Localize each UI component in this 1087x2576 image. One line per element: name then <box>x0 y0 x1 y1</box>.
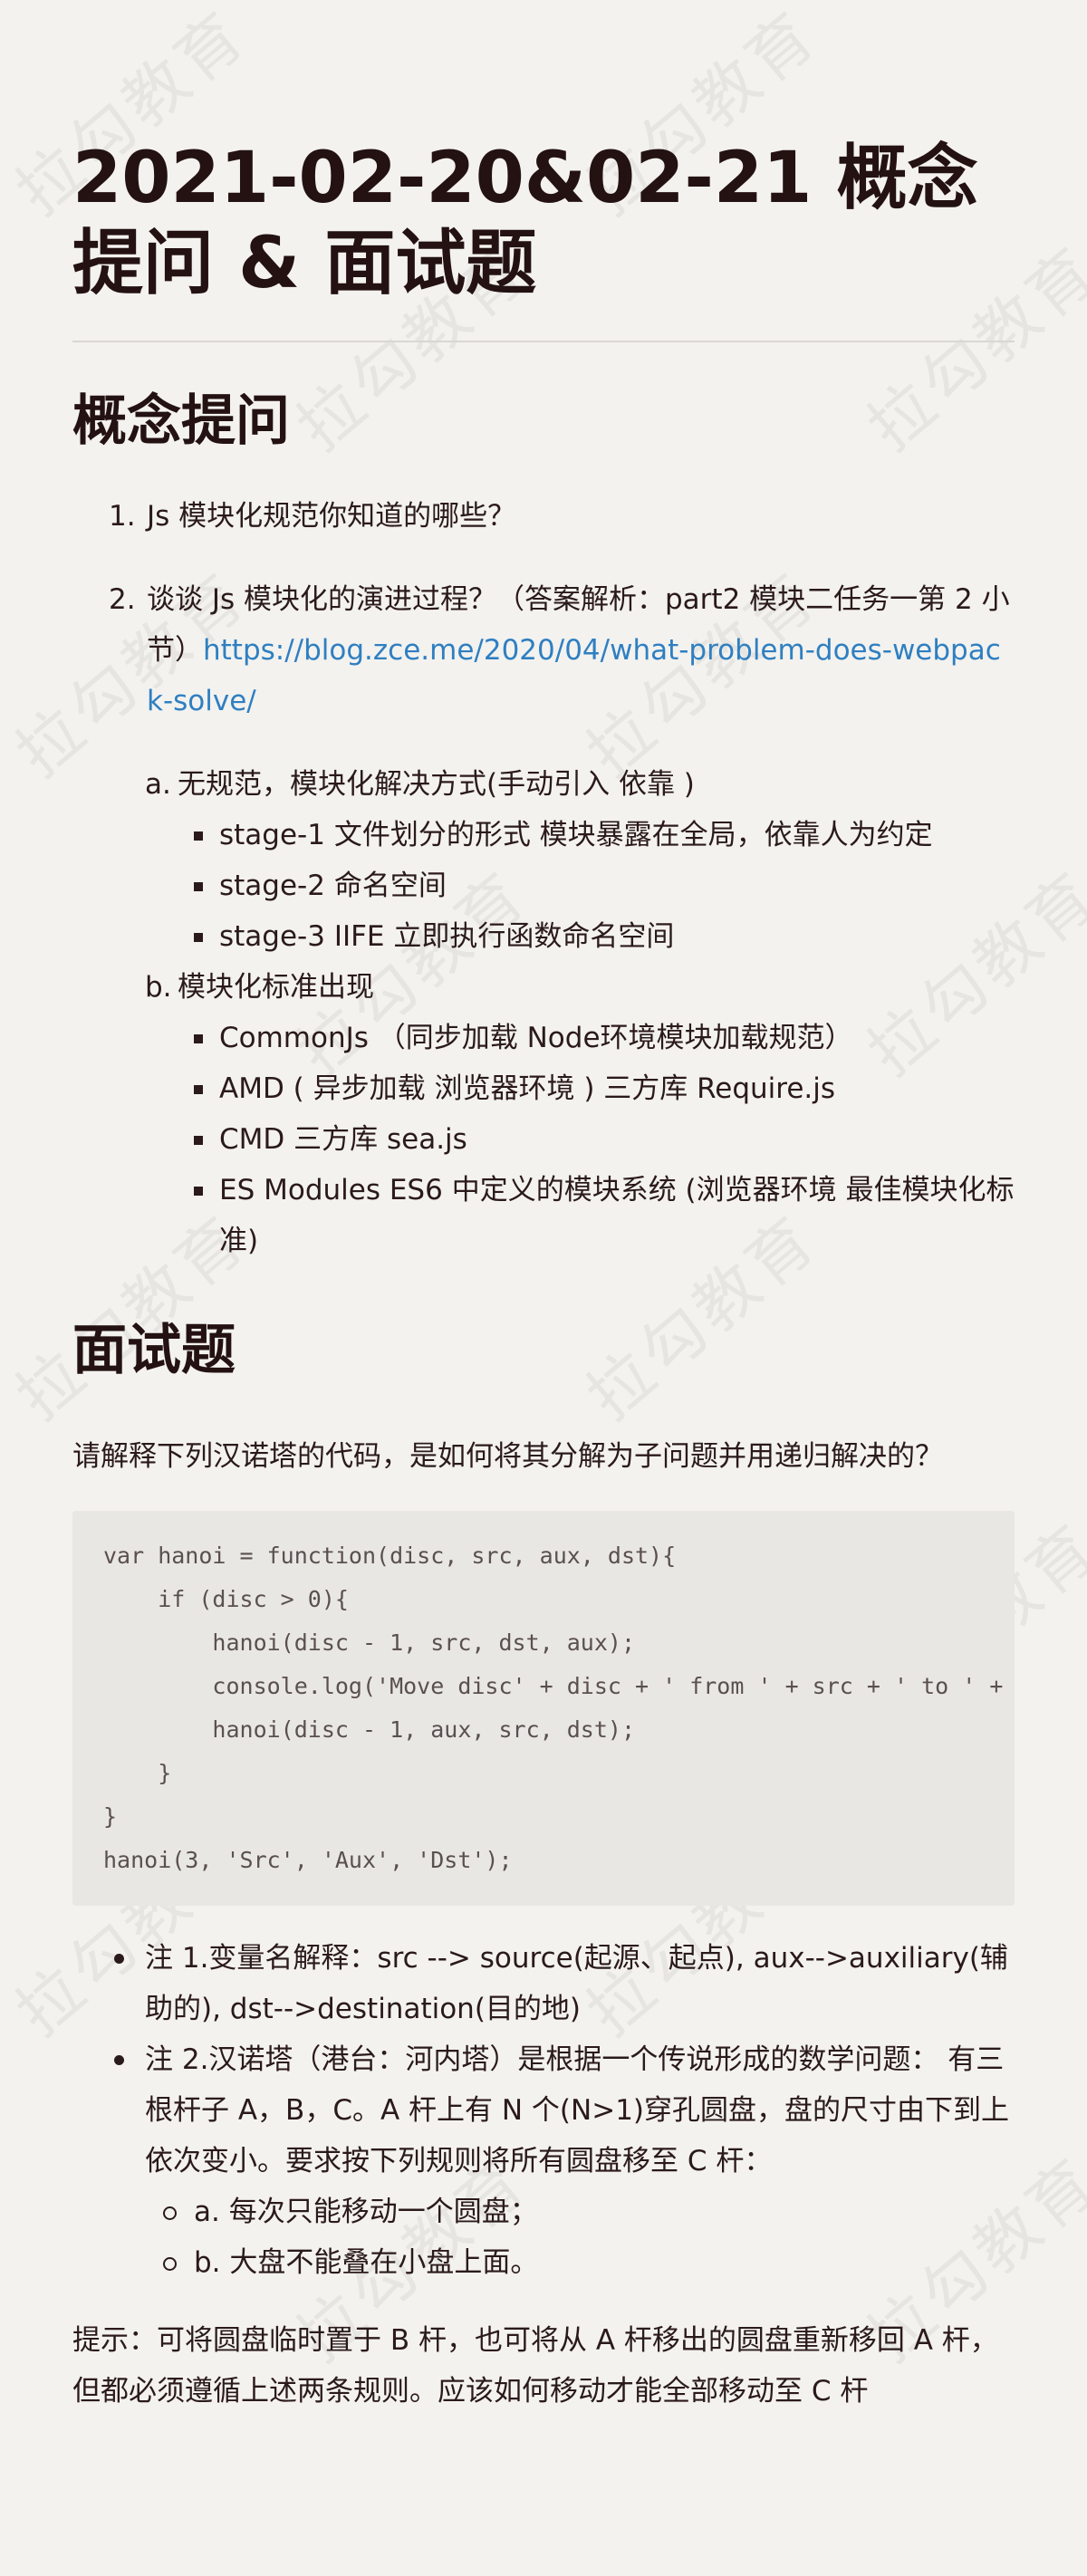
code-text: var hanoi = function(disc, src, aux, dst… <box>103 1543 1004 1873</box>
list-item-text: Js 模块化规范你知道的哪些？ <box>147 500 516 533</box>
list-item-text: 无规范，模块化解决方式(手动引入 依靠 ) <box>178 768 695 801</box>
list-item: CMD 三方库 sea.js <box>194 1114 1015 1165</box>
document: 2021-02-20&02-21 概念提问 & 面试题 概念提问 1. Js 模… <box>72 136 1015 2417</box>
section-heading-concepts: 概念提问 <box>72 389 290 453</box>
list-number: 1. <box>109 500 136 533</box>
page-title: 2021-02-20&02-21 概念提问 & 面试题 <box>72 138 978 304</box>
section-heading-interview: 面试题 <box>72 1319 236 1382</box>
list-item: stage-2 命名空间 <box>194 860 1015 911</box>
list-item: a. 每次只能移动一个圆盘； <box>163 2187 1015 2237</box>
list-item: CommonJs （同步加载 Node环境模块加载规范） <box>194 1013 1015 1063</box>
list-number: b. <box>145 971 172 1004</box>
hint-text: 提示：可将圆盘临时置于 B 杆，也可将从 A 杆移出的圆盘重新移回 A 杆，但都… <box>72 2324 998 2408</box>
list-item: AMD ( 异步加载 浏览器环境 ) 三方库 Require.js <box>194 1063 1015 1114</box>
list-item: 2. 谈谈 Js 模块化的演进过程？（答案解析：part2 模块二任务一第 2 … <box>109 574 1015 726</box>
list-number: 2. <box>109 583 136 616</box>
list-item-text: 模块化标准出现 <box>178 971 374 1004</box>
list-item: stage-1 文件划分的形式 模块暴露在全局，依靠人为约定 <box>194 810 1015 860</box>
list-item: 注 1.变量名解释：src --> source(起源、起点), aux-->a… <box>114 1933 1015 2034</box>
sub-list-item: a. 无规范，模块化解决方式(手动引入 依靠 ) <box>145 759 1015 810</box>
list-item: 注 2.汉诺塔（港台：河内塔）是根据一个传说形成的数学问题： 有三根杆子 A，B… <box>114 2034 1015 2187</box>
code-block[interactable]: var hanoi = function(disc, src, aux, dst… <box>72 1511 1015 1906</box>
list-item: b. 大盘不能叠在小盘上面。 <box>163 2237 1015 2288</box>
answer-link[interactable]: https://blog.zce.me/2020/04/what-problem… <box>147 634 1001 717</box>
sub-list-item: b. 模块化标准出现 <box>145 962 1015 1013</box>
bullet-list: CommonJs （同步加载 Node环境模块加载规范） AMD ( 异步加载 … <box>145 1013 1015 1266</box>
list-item: 1. Js 模块化规范你知道的哪些？ <box>109 491 1015 542</box>
divider <box>72 341 1015 342</box>
rules-list: a. 每次只能移动一个圆盘； b. 大盘不能叠在小盘上面。 <box>145 2187 1015 2288</box>
list-item: stage-3 IIFE 立即执行函数命名空间 <box>194 911 1015 962</box>
bullet-list: stage-1 文件划分的形式 模块暴露在全局，依靠人为约定 stage-2 命… <box>145 810 1015 962</box>
sub-list: a. 无规范，模块化解决方式(手动引入 依靠 ) stage-1 文件划分的形式… <box>72 759 1015 1266</box>
question-text: 请解释下列汉诺塔的代码，是如何将其分解为子问题并用递归解决的？ <box>72 1440 943 1473</box>
notes-list: 注 1.变量名解释：src --> source(起源、起点), aux-->a… <box>72 1933 1015 2288</box>
list-number: a. <box>145 768 171 801</box>
list-item: ES Modules ES6 中定义的模块系统 (浏览器环境 最佳模块化标准) <box>194 1165 1015 1266</box>
concept-question-list: 1. Js 模块化规范你知道的哪些？ 2. 谈谈 Js 模块化的演进过程？（答案… <box>72 491 1015 726</box>
